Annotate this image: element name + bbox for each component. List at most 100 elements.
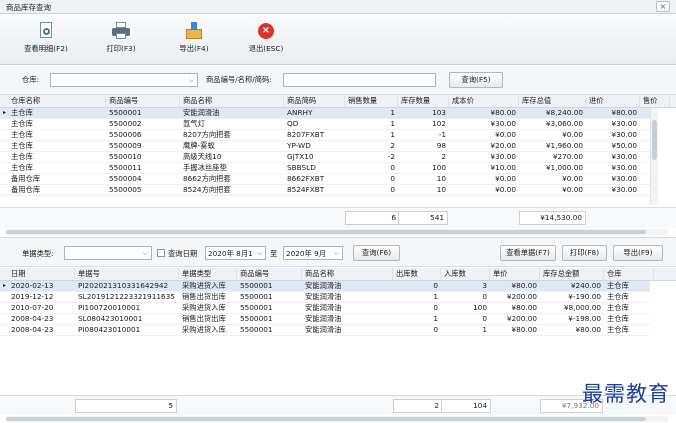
doc-type-select[interactable]: ⌵ [64,246,152,260]
warehouse-select[interactable]: ⌵ [50,73,198,87]
detail-cell: 5500001 [240,303,273,312]
detail-cell: 采购进货入库 [182,325,226,334]
scroll-thumb[interactable] [6,230,646,234]
date-to-picker[interactable]: 2020年 9月 ⌵ [283,246,343,260]
stock-cell: ¥30.00 [490,119,516,128]
view-detail-button[interactable]: 查看明细(F2) [18,19,74,61]
stock-row[interactable]: 主仓库 5500010 高级天线10 GJTX10 -2 2 ¥30.00 ¥270.00 ¥3… [0,152,650,163]
stock-row[interactable]: 备用仓库 5500004 8662方向把套 8662FXBT 0 10 ¥0.00 ¥0.00… [0,174,650,185]
exit-button[interactable]: × 退出(ESC) [238,19,294,61]
detail-col-header[interactable]: 单价 [490,268,540,281]
detail-cell: ¥80.00 [511,325,537,334]
exit-label: 退出(ESC) [248,44,284,53]
close-window-button[interactable]: × [656,1,670,12]
stock-row[interactable]: 备用仓库 5500005 8524方向把套 8524FXBT 0 10 ¥0.00 ¥0.00… [0,185,650,196]
stock-cell: 8524FXBT [287,185,325,194]
stock-col-header[interactable]: 商品编号 [106,95,180,108]
detail-cell: PI080423010001 [78,325,141,334]
detail-col-header[interactable]: 入库数 [441,268,490,281]
detail-horizontal-scrollbar[interactable] [6,416,668,422]
stock-vertical-scrollbar[interactable] [650,108,658,205]
detail-query-button[interactable]: 查询(F6) [353,245,400,261]
detail-cell: 主仓库 [607,292,629,301]
detail-col-header[interactable]: 单据号 [75,268,179,281]
stock-cell: 主仓库 [11,163,33,172]
product-search-input[interactable] [283,73,436,87]
export-button[interactable]: 导出(F4) [166,19,222,61]
stock-cell: 鹰牌-雾蚁 [183,141,215,150]
stock-cell: 氙气灯 [183,119,205,128]
stock-col-header[interactable]: 库存数量 [398,95,449,108]
row-indicator-icon: ▸ [3,109,7,116]
detail-row[interactable]: ▸ 2020-02-13 PI202021310331642942 采购进货入库 550… [0,281,650,292]
detail-row[interactable]: 2008-04-23 PI080423010001 采购进货入库 5500001 安能润… [0,325,650,336]
stock-col-header[interactable]: 商品名称 [180,95,284,108]
stock-cell: 安能润滑油 [183,108,220,117]
stock-cell: 5500011 [109,163,142,172]
stock-col-header[interactable]: 售价 [640,95,670,108]
detail-col-header[interactable]: 仓库 [604,268,654,281]
stock-cell: YP-WD [287,141,311,150]
stock-row[interactable]: 主仓库 5500011 手握冰丝座垫 SBBSLD 0 100 ¥10.00 ¥1,000.0… [0,163,650,174]
stock-cell: ¥270.00 [552,152,583,161]
detail-col-header[interactable]: 库存总金额 [540,268,604,281]
stock-cell: 1 [390,119,395,128]
stock-cell: ¥30.00 [611,119,637,128]
detail-cell: 安能润滑油 [305,314,342,323]
stock-col-header[interactable]: 仓库名称 [8,95,106,108]
stock-col-header[interactable]: 销售数量 [345,95,398,108]
detail-cell: ¥-190.00 [568,292,601,301]
date-to-label: 至 [270,249,278,258]
in-total: 104 [441,399,491,413]
stock-col-header[interactable]: 商品简码 [284,95,345,108]
stock-col-header[interactable]: 进价 [586,95,640,108]
query-date-checkbox[interactable] [157,249,165,257]
stock-col-header[interactable]: 库存总值 [519,95,586,108]
stock-summary-row: 6 541 ¥14,530.00 [0,207,676,228]
stock-row[interactable]: 主仓库 5500002 氙气灯 QD 1 102 ¥30.00 ¥3,060.00 ¥30.00 [0,119,650,130]
stock-cell: ¥0.00 [562,185,583,194]
scroll-thumb[interactable] [652,120,657,160]
stock-cell: 备用仓库 [11,185,41,194]
detail-col-header[interactable]: 出库数 [393,268,441,281]
scroll-thumb[interactable] [6,417,646,421]
stock-cell: 8207FXBT [287,130,325,139]
stock-cell: ¥0.00 [495,174,516,183]
detail-cell: 主仓库 [607,281,629,290]
stock-cell: 102 [432,119,446,128]
detail-col-header[interactable]: 商品名称 [302,268,393,281]
date-from-picker[interactable]: 2020年 8月1 ⌵ [205,246,266,260]
detail-cell: 100 [473,303,487,312]
print-button[interactable]: 打印(F3) [93,19,149,61]
stock-cell: -2 [387,152,395,161]
stock-cell: ¥8,240.00 [545,108,583,117]
detail-cell: ¥-198.00 [568,314,601,323]
detail-cell: 1 [433,314,438,323]
detail-row[interactable]: 2008-04-23 SL080423010001 销售出货出库 5500001 安能润… [0,314,650,325]
detail-col-header[interactable]: 单据类型 [179,268,237,281]
detail-row[interactable]: 2019-12-12 SL2019121223321911635 销售出货出库 550… [0,292,650,303]
export-box-icon [185,22,203,40]
stock-row[interactable]: ▸ 主仓库 5500001 安能润滑油 ANRHY 1 103 ¥80.00 ¥8,240.00… [0,108,650,119]
stock-cell: ¥10.00 [490,163,516,172]
detail-row[interactable]: 2010-07-20 PI100720010001 采购进货入库 5500001 安能润… [0,303,650,314]
warehouse-label: 仓库: [22,75,40,84]
stock-cell: 2 [390,141,395,150]
stock-row[interactable]: 主仓库 5500006 8207方向把套 8207FXBT 1 -1 ¥0.00 ¥0.00 ¥… [0,130,650,141]
view-document-button[interactable]: 查看单据(F7) [500,245,556,261]
detail-export-button[interactable]: 导出(F9) [613,245,663,261]
detail-cell: 3 [482,281,487,290]
stock-cell: 8524方向把套 [183,185,231,194]
stock-horizontal-scrollbar[interactable] [6,229,668,235]
printer-icon [112,22,130,40]
stock-cell: 5500001 [109,108,142,117]
detail-cell: PI202021310331642942 [78,281,169,290]
stock-cell: GJTX10 [287,152,314,161]
detail-col-header[interactable]: 日期 [8,268,75,281]
stock-row[interactable]: 主仓库 5500009 鹰牌-雾蚁 YP-WD 2 98 ¥20.00 ¥1,960.00 ¥5… [0,141,650,152]
detail-cell: 销售出货出库 [182,292,226,301]
stock-col-header[interactable]: 成本价 [449,95,519,108]
stock-query-button[interactable]: 查询(F5) [449,72,503,88]
detail-print-button[interactable]: 打印(F8) [562,245,607,261]
detail-col-header[interactable]: 商品编号 [237,268,302,281]
